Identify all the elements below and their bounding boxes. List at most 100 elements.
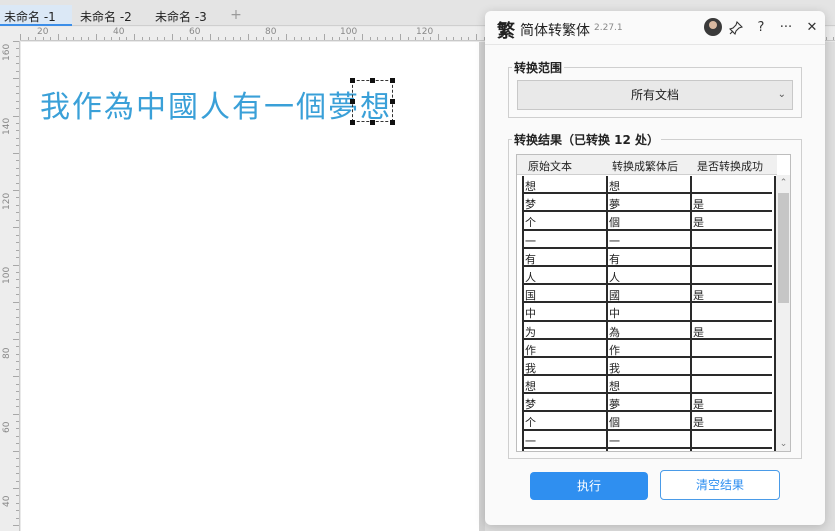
ruler-tick [118,37,120,40]
ruler-tick [270,37,272,40]
app-window: 未命名 -1 未命名 -2 未命名 -3 + 20 40 60 80 100 1… [0,0,835,531]
ruler-tick [217,37,219,40]
table-row[interactable]: 国國是 [522,285,772,304]
ruler-tick [27,37,29,40]
add-tab-button[interactable]: + [227,6,245,24]
ruler-label: 140 [2,117,12,135]
ruler-tick [438,34,439,40]
ruler-tick [278,37,280,40]
tab-untitled-1[interactable]: 未命名 -1 [0,5,72,26]
result-group: 原始文本 转换成繁体后 是否转换成功 想想梦夢是个個是一一有有人人国國是中中为為… [508,139,802,459]
tab-untitled-2[interactable]: 未命名 -2 [76,5,148,26]
selection-handle[interactable] [370,78,375,83]
ruler-tick [16,137,19,139]
ruler-tick [164,37,166,40]
ruler-corner [0,27,20,41]
selection-handle[interactable] [370,120,375,125]
table-cell: 國 [609,289,620,303]
ruler-tick [16,160,19,162]
selection-handle[interactable] [390,99,395,104]
scope-title: 转换范围 [512,59,565,76]
selection-handle[interactable] [350,78,355,83]
table-row[interactable]: 人人 [522,267,772,286]
ruler-tick [232,37,234,40]
ruler-tick [202,37,204,40]
table-row[interactable]: 个個是 [522,412,772,431]
selection-box[interactable] [352,80,393,122]
ruler-tick [13,264,19,266]
selection-handle[interactable] [390,78,395,83]
table-cell: 是 [693,416,704,430]
ruler-tick [16,249,19,251]
ruler-tick [156,37,158,40]
ruler-tick [13,227,19,229]
clear-results-button[interactable]: 清空结果 [660,470,780,500]
ruler-tick [16,286,19,288]
ruler-tick [476,34,477,40]
ruler-tick [16,197,19,199]
table-row[interactable]: 梦夢是 [522,394,772,413]
scroll-thumb[interactable] [778,193,789,303]
close-icon[interactable]: ✕ [802,18,822,38]
ruler-tick [16,145,19,147]
table-row[interactable]: 作作 [522,340,772,358]
ruler-tick [16,219,19,221]
more-button[interactable]: ··· [776,18,796,38]
ruler-tick [377,37,379,40]
ruler-tick [35,37,37,40]
ruler-tick [248,34,249,40]
table-row[interactable]: 想想 [522,176,772,195]
ruler-label: 60 [189,27,201,37]
table-cell: 是 [693,198,704,212]
table-row[interactable]: 一一 [522,231,772,249]
pin-icon[interactable] [726,18,746,38]
execute-button[interactable]: 执行 [530,472,648,500]
ruler-tick [324,34,325,40]
ruler-tick [16,443,19,445]
table-row[interactable]: 想想 [522,376,772,395]
table-cell: 有 [609,252,620,266]
ruler-tick [16,361,19,363]
ruler-tick [415,37,417,40]
ruler-tick [240,37,242,40]
scroll-up-icon[interactable]: ⌃ [776,178,790,188]
ruler-tick [187,37,189,40]
ruler-tick [16,212,19,214]
ruler-label: 100 [340,27,358,37]
scope-select[interactable]: 所有文档 ⌄ [517,80,793,110]
table-row[interactable]: 中中 [522,303,772,322]
selection-handle[interactable] [390,120,395,125]
ruler-tick [16,316,19,318]
ruler-tick [13,413,19,415]
tab-untitled-3[interactable]: 未命名 -3 [151,5,223,26]
ruler-tick [301,37,303,40]
ruler-tick [111,37,113,40]
table-row[interactable]: 个個是 [522,212,772,231]
ruler-tick [16,279,19,281]
selection-handle[interactable] [350,99,355,104]
table-row[interactable]: 梦夢是 [522,194,772,213]
avatar[interactable] [704,18,722,36]
ruler-tick [172,34,173,40]
table-cell: 一 [609,234,620,248]
table-cell: 是 [693,325,704,339]
ruler-tick [16,517,19,519]
table-row[interactable]: 我我 [522,358,772,377]
ruler-tick [16,324,19,326]
scroll-down-icon[interactable]: ⌄ [776,439,790,449]
version-label: 2.27.1 [594,23,623,33]
help-button[interactable]: ? [751,18,771,38]
chevron-down-icon: ⌄ [777,89,786,100]
table-row[interactable]: 有有 [522,249,772,267]
ruler-tick [362,34,363,40]
table-row[interactable]: 一一 [522,431,772,449]
table-scrollbar[interactable]: ⌃ ⌄ [776,175,790,451]
ruler-tick [103,37,105,40]
ruler-label: 60 [2,421,12,433]
selection-handle[interactable] [350,120,355,125]
ruler-tick [179,37,181,40]
document-text[interactable]: 我作為中國人有一個夢想 [40,82,392,126]
table-row[interactable]: 为為是 [522,322,772,340]
table-cell: 一 [609,434,620,448]
ruler-tick [210,34,211,40]
